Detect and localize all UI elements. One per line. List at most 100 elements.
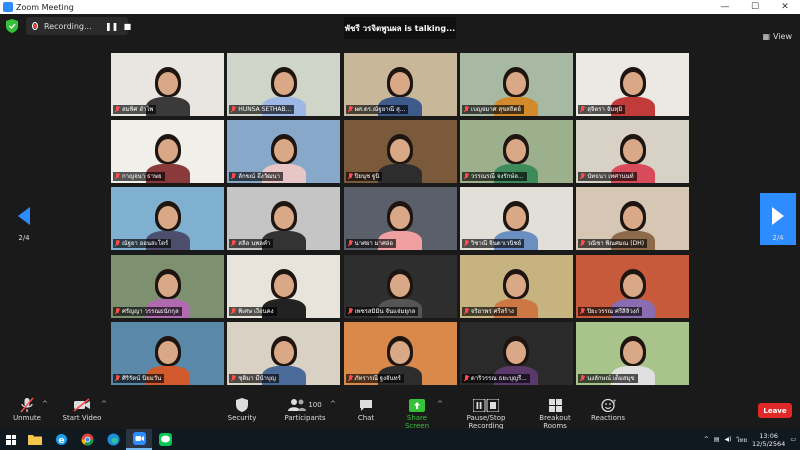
pause-stop-recording-label: Pause/Stop Recording (466, 414, 506, 430)
previous-page-button[interactable]: 2/4 (6, 193, 42, 245)
network-icon[interactable]: ▤ (714, 436, 720, 443)
line-app-icon (158, 433, 172, 446)
next-page-button[interactable]: 2/4 (760, 193, 796, 245)
participant-name-tag: วรรณรณี จงรักษ์ล... (461, 172, 527, 182)
taskbar-edge[interactable] (100, 429, 126, 450)
participant-video-tile[interactable]: กาญจนา ธาษย (111, 120, 224, 184)
participant-video-tile[interactable]: ณัฐยา ออนสะโตร์ (111, 187, 224, 251)
pause-recording-icon[interactable]: ❚❚ (105, 20, 118, 32)
gallery-view-grid: สมพิศ ฮำไพ HUNSA SETHAB... ผศ.ดร.ณัฐยาณี ส… (111, 53, 690, 385)
video-camera-off-icon (73, 398, 90, 412)
participant-video-tile[interactable]: นัทธนา เทศานนท์ (576, 120, 690, 184)
maximize-button[interactable]: ☐ (740, 2, 770, 12)
participant-video-tile[interactable]: ลักขณ์ อึ่งวัฒนา (227, 120, 341, 184)
participant-video-tile[interactable]: วณิชา พิณศมณ (DH) (576, 187, 690, 251)
svg-text:+: + (612, 398, 616, 405)
view-button[interactable]: ▦ View (762, 32, 792, 41)
share-options-caret[interactable]: ^ (437, 400, 443, 408)
share-screen-button[interactable]: Share Screen (394, 396, 440, 430)
security-button[interactable]: Security (224, 396, 260, 422)
pause-stop-icon (473, 398, 499, 412)
participant-video-tile[interactable]: HUNSA SETHAB... (227, 53, 341, 116)
participants-button[interactable]: 100 Participants (282, 396, 328, 422)
video-options-caret[interactable]: ^ (101, 400, 107, 408)
muted-mic-icon (464, 240, 469, 247)
chat-label: Chat (357, 414, 375, 422)
participants-options-caret[interactable]: ^ (330, 400, 336, 408)
participant-video-tile[interactable]: นาศยา มาศอ่อ (343, 187, 457, 251)
breakout-rooms-icon (548, 398, 562, 412)
participant-name: HUNSA SETHAB... (238, 106, 292, 113)
muted-mic-icon (348, 240, 353, 247)
participant-name-tag: วิชาณี จินดาเวนิชย์ (461, 239, 525, 249)
participant-name-tag: ปิยนุช ฐูนิ (345, 172, 383, 182)
participant-video-tile[interactable]: พิเศษ เงือนคง (227, 254, 341, 318)
zoom-icon (132, 432, 146, 445)
participant-video-tile[interactable]: นงลักษณ์ เต็มสมุข (576, 321, 690, 385)
reactions-button[interactable]: + Reactions (590, 396, 626, 422)
start-button[interactable] (0, 429, 22, 450)
recording-indicator: Recording... ❚❚ ■ (26, 17, 131, 35)
audio-options-caret[interactable]: ^ (42, 400, 48, 408)
taskbar-chrome[interactable] (74, 429, 100, 450)
unmute-button[interactable]: Unmute (10, 396, 44, 422)
participant-name-tag: กาญจนา ธาษย (113, 172, 165, 182)
participant-video-tile[interactable]: ปิยนุช ฐูนิ (343, 120, 457, 184)
muted-mic-icon (231, 173, 236, 180)
taskbar-line[interactable] (152, 429, 178, 450)
participant-video-tile[interactable]: เพชรสมิมิน จันแจ่มยุกล (343, 254, 457, 318)
breakout-rooms-button[interactable]: Breakout Rooms (528, 396, 582, 430)
participant-video-tile[interactable]: ชุติมา มีนำบุญ (227, 321, 341, 385)
windows-logo-icon (6, 434, 16, 445)
share-screen-icon (409, 398, 425, 412)
participant-video-tile[interactable]: ภัทรารณี ฐงจันทร์ (343, 321, 457, 385)
muted-mic-icon (464, 374, 469, 382)
participant-video-tile[interactable]: ศรัญญา วรรณธนักกุล (111, 254, 224, 318)
participant-video-tile[interactable]: สุจิตรา จันทุมิ (576, 53, 690, 116)
participant-name: ศรัญญา วรรณธนักกุล (122, 307, 179, 315)
participant-video-tile[interactable]: สลิล นพลคำ (227, 187, 341, 251)
taskbar-date: 12/5/2564 (751, 439, 786, 448)
internet-explorer-icon: e (55, 434, 67, 446)
security-label: Security (227, 414, 257, 422)
participant-name: ปิยะวรรณ ศรีสิลิวงก์ (587, 307, 640, 315)
participant-video-tile[interactable]: วรรณรณี จงรักษ์ล... (459, 120, 573, 184)
stop-recording-icon[interactable]: ■ (124, 20, 132, 32)
participants-icon (288, 399, 307, 411)
chat-button[interactable]: Chat (352, 396, 380, 422)
participant-video-tile[interactable]: เบญจมาศ สุขสถิตย์ (459, 53, 573, 116)
taskbar-file-explorer[interactable] (22, 429, 48, 450)
participant-video-tile[interactable]: ศิริรัตน์ นิยมวัน (111, 321, 224, 385)
taskbar-internet-explorer[interactable]: e (48, 429, 74, 450)
minimize-button[interactable]: — (710, 2, 740, 12)
muted-mic-icon (115, 240, 120, 247)
participant-video-tile[interactable]: ดาริวรรณ ธยะบุญรี... (459, 321, 573, 385)
breakout-rooms-label: Breakout Rooms (539, 414, 571, 430)
muted-mic-icon (231, 240, 236, 247)
meeting-toolbar: Unmute ^ Start Video ^ Security 100 Part… (0, 393, 800, 430)
participant-name: ลักขณ์ อึ่งวัฒนา (238, 173, 280, 181)
notifications-icon[interactable]: ▭ (790, 436, 796, 443)
tray-chevron-icon[interactable]: ^ (704, 436, 709, 443)
start-video-label: Start Video (62, 414, 102, 422)
participant-video-tile[interactable]: สมพิศ ฮำไพ (111, 53, 224, 116)
smiley-plus-icon: + (600, 398, 616, 412)
participant-video-tile[interactable]: ผศ.ดร.ณัฐยาณี สุ... (343, 53, 457, 116)
pause-stop-recording-button[interactable]: Pause/Stop Recording (450, 396, 522, 430)
participant-video-tile[interactable]: ปิยะวรรณ ศรีสิลิวงก์ (576, 254, 690, 318)
start-video-button[interactable]: Start Video (60, 396, 104, 422)
encryption-shield-icon[interactable] (6, 19, 18, 33)
participant-name-tag: ชุติมา มีนำบุญ (229, 373, 279, 383)
participant-video-tile[interactable]: วิชาณี จินดาเวนิชย์ (459, 187, 573, 251)
leave-button[interactable]: Leave (758, 403, 792, 418)
taskbar-zoom[interactable] (126, 429, 152, 450)
reactions-label: Reactions (590, 414, 626, 422)
muted-mic-icon (580, 106, 585, 113)
muted-mic-icon (464, 173, 469, 180)
participant-name: นงลักษณ์ เต็มสมุข (587, 374, 635, 382)
close-button[interactable]: ✕ (770, 2, 800, 12)
volume-icon[interactable]: ◀) (725, 436, 732, 443)
input-language[interactable]: ไทย (736, 435, 747, 445)
participant-video-tile[interactable]: จริยาพร ศรีสร้าง (459, 254, 573, 318)
taskbar-clock[interactable]: 13:06 12/5/2564 (752, 432, 785, 448)
